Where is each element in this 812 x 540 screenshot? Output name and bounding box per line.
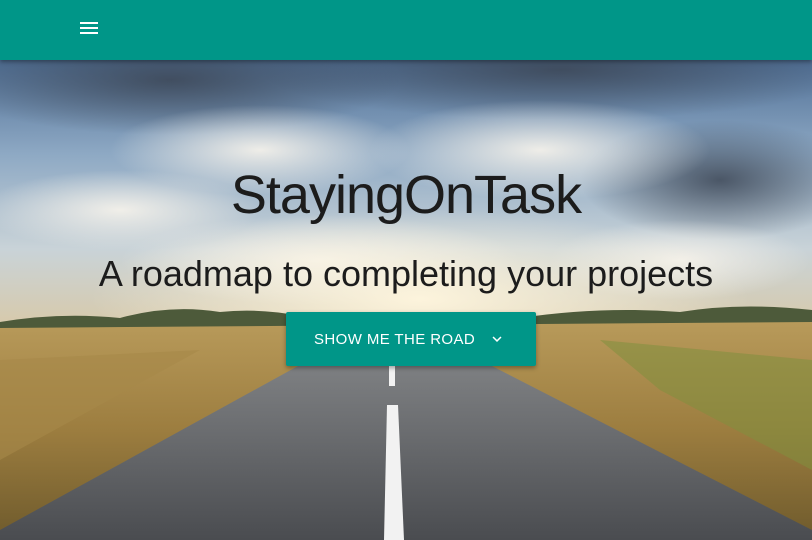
hero-section: StayingOnTask A roadmap to completing yo…	[0, 60, 812, 540]
hero-title: StayingOnTask	[230, 165, 582, 225]
hero-subtitle: A roadmap to completing your projects	[98, 253, 714, 294]
menu-button[interactable]	[72, 10, 106, 46]
hero-background-image	[0, 60, 812, 540]
cta-button-label: SHOW ME THE ROAD	[314, 331, 476, 348]
chevron-down-icon	[492, 336, 502, 342]
hamburger-menu-icon	[80, 22, 98, 34]
show-me-the-road-button[interactable]: SHOW ME THE ROAD	[286, 312, 536, 366]
top-app-bar	[0, 0, 812, 60]
